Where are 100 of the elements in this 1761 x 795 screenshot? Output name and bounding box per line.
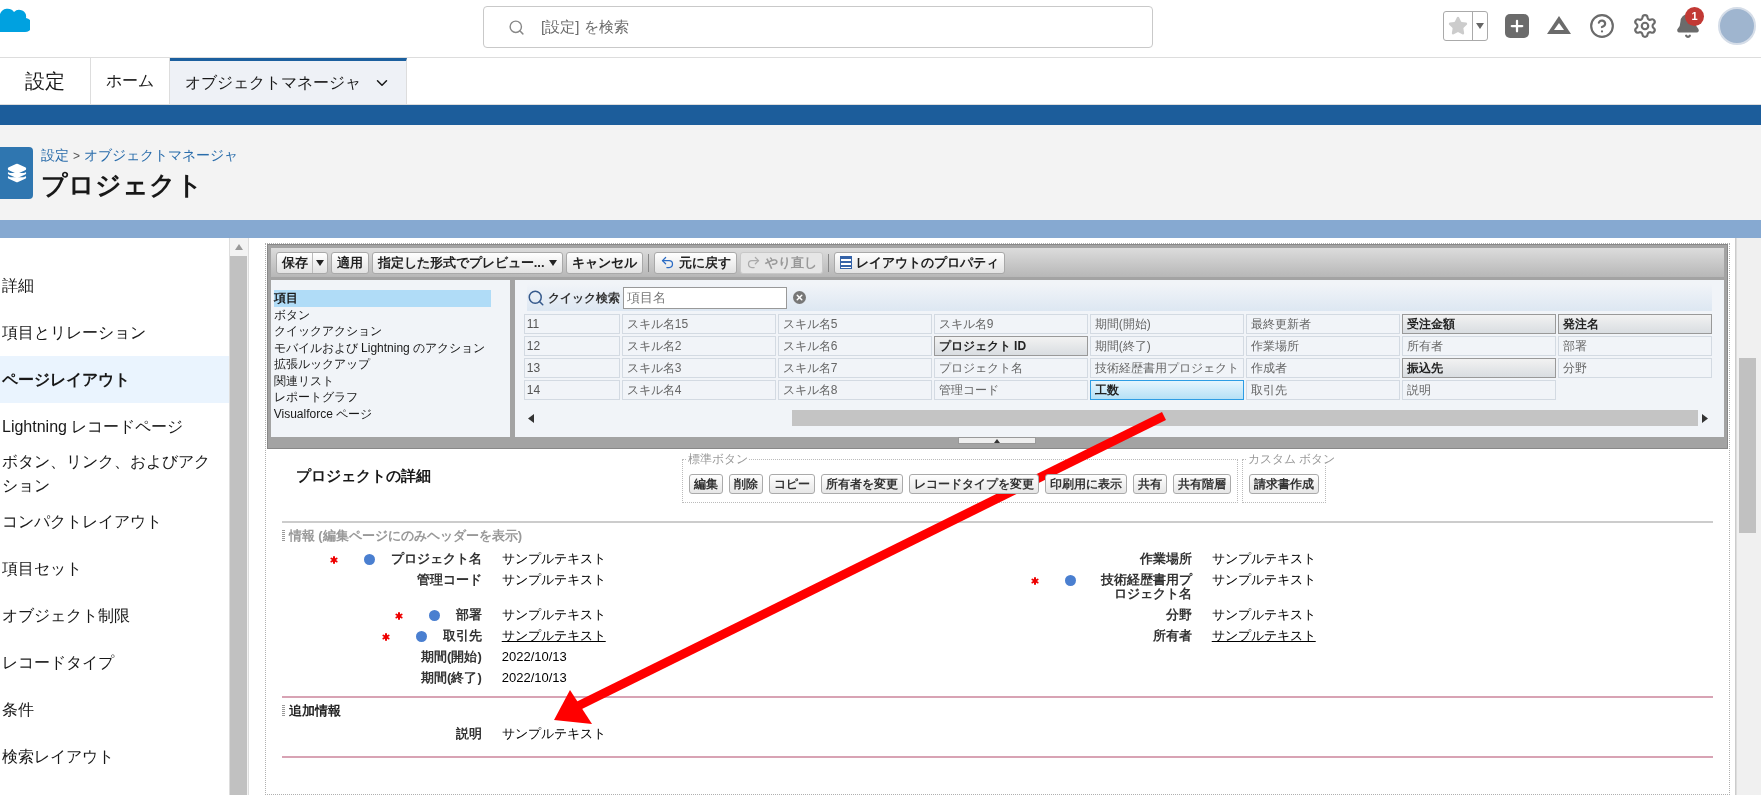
field-item[interactable]: スキル名3: [621, 358, 776, 378]
field-item[interactable]: 技術経歴書用プロジェクト: [1089, 358, 1244, 378]
field-value: サンプルテキスト: [1211, 572, 1316, 587]
sidebar-item[interactable]: 項目とリレーション: [0, 309, 230, 356]
field-item[interactable]: 受注金額: [1401, 314, 1556, 334]
layout-button[interactable]: 印刷用に表示: [1044, 473, 1127, 494]
layout-button[interactable]: コピー: [768, 473, 815, 494]
caret-icon[interactable]: [548, 259, 557, 266]
field-item[interactable]: 振込先: [1401, 358, 1556, 378]
palette-category[interactable]: レポートグラフ: [273, 389, 491, 406]
drag-handle-icon[interactable]: [281, 704, 285, 717]
collapse-handle[interactable]: [958, 437, 1037, 444]
field-item[interactable]: 分野: [1557, 358, 1712, 378]
field-item[interactable]: スキル名7: [777, 358, 932, 378]
toolbar-button[interactable]: キャンセル: [565, 251, 643, 274]
sidebar-item[interactable]: 条件: [0, 686, 230, 733]
field-item[interactable]: プロジェクト ID: [933, 336, 1088, 356]
page-title: プロジェクト: [41, 170, 204, 200]
field-value: サンプルテキスト: [501, 726, 606, 741]
palette-category[interactable]: クイックアクション: [273, 323, 491, 340]
scrollbar[interactable]: [229, 238, 249, 795]
required-icon: [1028, 574, 1041, 587]
field-item[interactable]: スキル名4: [621, 380, 776, 400]
nav-tab[interactable]: オブジェクトマネージャ: [170, 58, 407, 104]
field-item[interactable]: 作業場所: [1245, 336, 1400, 356]
layout-button[interactable]: 所有者を変更: [820, 473, 903, 494]
scroll-left-icon[interactable]: [527, 413, 534, 423]
breadcrumb-link[interactable]: 設定: [41, 145, 69, 166]
required-icon: [379, 630, 392, 643]
sidebar-item[interactable]: Lightning レコードページ: [0, 403, 230, 450]
breadcrumb-link[interactable]: オブジェクトマネージャ: [84, 145, 238, 166]
search-field[interactable]: [設定] を検索: [483, 6, 1153, 48]
sidebar-item[interactable]: ボタン、リンク、およびアクション: [0, 450, 230, 498]
layout-button[interactable]: レコードタイプを変更: [908, 473, 1039, 494]
settings-icon[interactable]: [1632, 13, 1658, 39]
field-item[interactable]: 期間(終了): [1089, 336, 1244, 356]
field-value: サンプルテキスト: [501, 551, 606, 566]
palette-category[interactable]: Visualforce ページ: [273, 405, 491, 422]
sidebar-item[interactable]: コンパクトレイアウト: [0, 498, 230, 545]
field-item[interactable]: 作成者: [1245, 358, 1400, 378]
field-item[interactable]: 部署: [1557, 336, 1712, 356]
field-item[interactable]: 所有者: [1401, 336, 1556, 356]
layout-button[interactable]: 請求書作成: [1248, 473, 1319, 494]
field-label: 期間(開始): [421, 649, 482, 664]
save-button[interactable]: 保存: [275, 251, 328, 274]
field-value[interactable]: サンプルテキスト: [1211, 628, 1316, 643]
palette-category[interactable]: 項目: [273, 290, 491, 307]
toolbar-button[interactable]: 指定した形式でプレビュー...: [371, 251, 563, 274]
palette-category[interactable]: 拡張ルックアップ: [273, 356, 491, 373]
field-item[interactable]: スキル名15: [621, 314, 776, 334]
field-item[interactable]: 取引先: [1245, 380, 1400, 400]
field-item[interactable]: 最終更新者: [1245, 314, 1400, 334]
field-item[interactable]: スキル名5: [777, 314, 932, 334]
layout-button[interactable]: 共有階層: [1172, 473, 1231, 494]
field-item[interactable]: 工数: [1089, 380, 1244, 400]
palette-category[interactable]: モバイルおよび Lightning のアクション: [273, 339, 491, 356]
row-number: 11: [523, 314, 620, 334]
sidebar-item[interactable]: 詳細: [0, 262, 230, 309]
field-value: サンプルテキスト: [1211, 607, 1316, 622]
help-icon[interactable]: [1589, 13, 1615, 39]
scrollbar[interactable]: [1735, 238, 1761, 795]
palette-category[interactable]: ボタン: [273, 306, 491, 323]
toolbar-button[interactable]: 適用: [330, 251, 369, 274]
drag-handle-icon[interactable]: [281, 529, 285, 542]
sidebar-item[interactable]: レコードタイプ: [0, 639, 230, 686]
layout-button[interactable]: 削除: [728, 473, 763, 494]
scroll-right-icon[interactable]: [1701, 413, 1708, 423]
row-number: 12: [523, 336, 620, 356]
horizontal-scrollbar[interactable]: [791, 410, 1698, 426]
add-icon[interactable]: [1505, 14, 1529, 38]
field-value: サンプルテキスト: [1211, 551, 1316, 566]
quick-search-field[interactable]: 項目名: [622, 286, 787, 309]
field-value[interactable]: サンプルテキスト: [501, 628, 606, 643]
row-number: 13: [523, 358, 620, 378]
field-item[interactable]: プロジェクト名: [933, 358, 1088, 378]
layout-button[interactable]: 共有: [1132, 473, 1167, 494]
field-item[interactable]: 管理コード: [933, 380, 1088, 400]
field-item[interactable]: スキル名6: [777, 336, 932, 356]
caret-icon[interactable]: [315, 259, 324, 266]
field-item[interactable]: スキル名2: [621, 336, 776, 356]
sidebar-item[interactable]: ページレイアウト: [0, 356, 230, 403]
toolbar-button[interactable]: 元に戻す: [653, 251, 737, 274]
sidebar-item[interactable]: 検索レイアウト: [0, 733, 230, 780]
field-label: 技術経歴書用プロジェクト名: [1099, 572, 1192, 601]
field-item[interactable]: 説明: [1401, 380, 1556, 400]
app-name: 設定: [0, 58, 91, 104]
layout-button[interactable]: 編集: [688, 473, 723, 494]
quick-search-label: クイック検索: [547, 289, 620, 307]
sidebar-item[interactable]: オブジェクト制限: [0, 592, 230, 639]
sidebar-item[interactable]: 項目セット: [0, 545, 230, 592]
palette-category[interactable]: 関連リスト: [273, 372, 491, 389]
field-item[interactable]: スキル名8: [777, 380, 932, 400]
field-item[interactable]: スキル名9: [933, 314, 1088, 334]
scroll-up-icon[interactable]: [234, 244, 243, 250]
field-item[interactable]: 発注名: [1557, 314, 1712, 334]
toolbar-button[interactable]: レイアウトのプロパティ: [833, 251, 1005, 274]
field-item[interactable]: 期間(開始): [1089, 314, 1244, 334]
star-icon[interactable]: [1448, 16, 1468, 36]
clear-icon[interactable]: [792, 291, 806, 304]
field-label: 所有者: [1152, 628, 1192, 643]
